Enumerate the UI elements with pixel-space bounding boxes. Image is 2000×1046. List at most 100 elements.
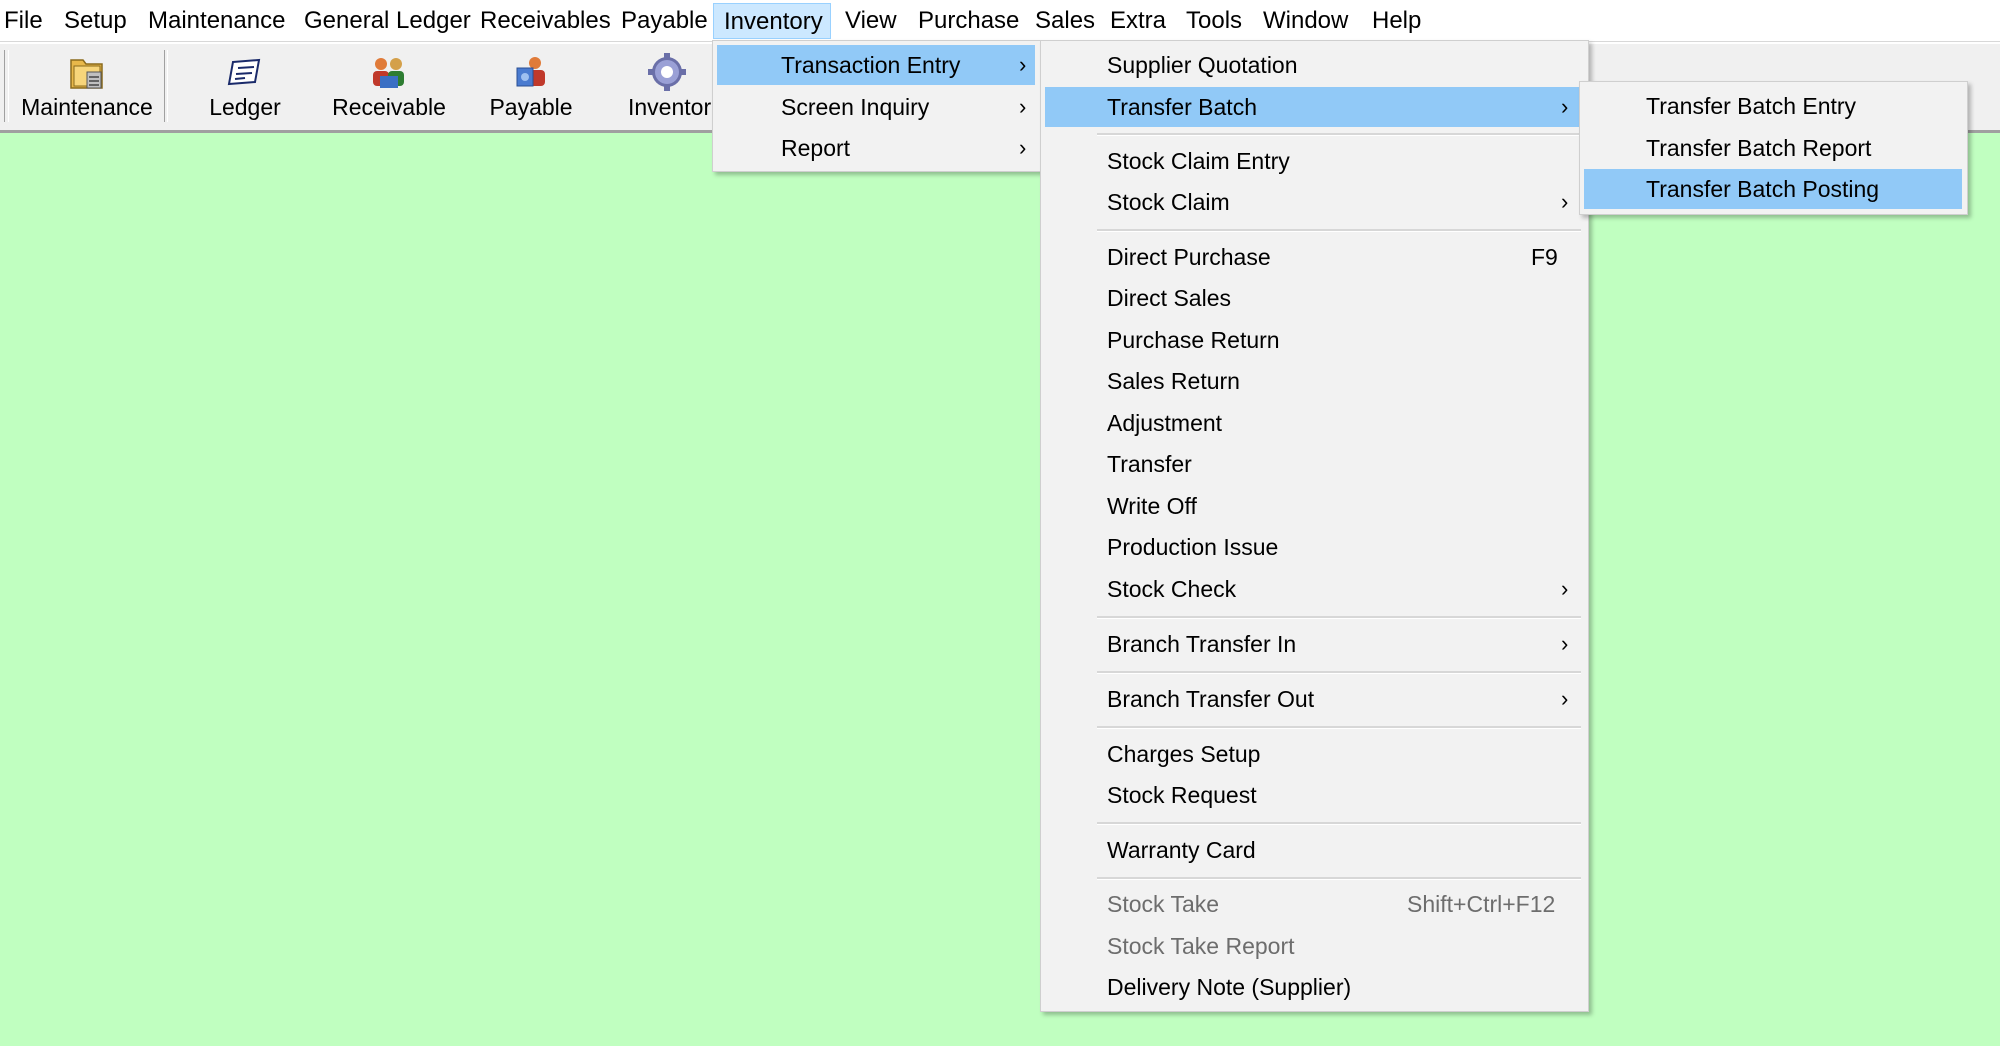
receivable-icon — [373, 58, 404, 88]
menu-separator — [1097, 877, 1581, 880]
menu-item-label: Transfer Batch — [1107, 94, 1257, 120]
chevron-right-icon: › — [1019, 94, 1027, 119]
menu-item-label: Stock Claim — [1107, 189, 1230, 215]
menu-item-label: Branch Transfer Out — [1107, 686, 1315, 712]
menu-item-label: Branch Transfer In — [1107, 631, 1297, 657]
ledger-icon — [227, 58, 261, 86]
menu-separator — [1097, 133, 1581, 136]
menu-item-label: Direct Sales — [1107, 285, 1231, 311]
menu-item-label: Transfer Batch Report — [1646, 135, 1872, 161]
toolbar-inventory-button[interactable]: Inventor — [612, 46, 722, 126]
folder-icon — [70, 59, 103, 89]
menu-item-charges-setup[interactable]: Charges Setup — [1045, 734, 1583, 774]
menu-item-direct-purchase[interactable]: Direct Purchase F9 — [1045, 237, 1583, 277]
menu-extra[interactable]: Extra — [1110, 3, 1166, 39]
menu-item-screen-inquiry[interactable]: Screen Inquiry › — [717, 87, 1035, 127]
menu-item-stock-claim-entry[interactable]: Stock Claim Entry — [1045, 141, 1583, 181]
menu-item-stock-claim[interactable]: Stock Claim › — [1045, 182, 1583, 222]
menu-item-transfer-batch-report[interactable]: Transfer Batch Report — [1584, 128, 1962, 168]
toolbar-receivable-label: Receivable — [332, 94, 446, 120]
toolbar-ledger-button[interactable]: Ledger — [190, 46, 300, 126]
menu-item-label: Adjustment — [1107, 410, 1223, 436]
chevron-right-icon: › — [1019, 52, 1027, 77]
menu-item-transfer-batch-entry[interactable]: Transfer Batch Entry — [1584, 86, 1962, 126]
menu-item-stock-take: Stock Take Shift+Ctrl+F12 — [1045, 884, 1583, 924]
toolbar-grip — [4, 50, 9, 122]
menu-item-label: Purchase Return — [1107, 327, 1280, 353]
menu-item-label: Stock Claim Entry — [1107, 148, 1290, 174]
menu-item-direct-sales[interactable]: Direct Sales — [1045, 278, 1583, 318]
menu-item-stock-check[interactable]: Stock Check › — [1045, 569, 1583, 609]
toolbar-inventory-label: Inventor — [628, 94, 712, 120]
menu-tools[interactable]: Tools — [1186, 3, 1242, 39]
menu-bar: File Setup Maintenance General Ledger Re… — [0, 0, 2000, 42]
menu-item-write-off[interactable]: Write Off — [1045, 486, 1583, 526]
menu-inventory[interactable]: Inventory — [713, 3, 831, 39]
menu-item-shortcut: Shift+Ctrl+F12 — [1407, 891, 1556, 917]
menu-general-ledger[interactable]: General Ledger — [304, 3, 471, 39]
menu-setup[interactable]: Setup — [64, 3, 127, 39]
transaction-entry-menu: Supplier Quotation Transfer Batch › Stoc… — [1040, 40, 1589, 1012]
menu-separator — [1097, 229, 1581, 232]
menu-item-branch-transfer-in[interactable]: Branch Transfer In › — [1045, 624, 1583, 664]
menu-maintenance[interactable]: Maintenance — [148, 3, 285, 39]
menu-item-label: Delivery Note (Supplier) — [1107, 974, 1352, 1000]
menu-item-label: Supplier Quotation — [1107, 52, 1298, 78]
menu-item-label: Screen Inquiry — [781, 94, 930, 120]
menu-item-label: Transfer — [1107, 451, 1192, 477]
menu-payable[interactable]: Payable — [621, 3, 708, 39]
menu-item-transfer-batch[interactable]: Transfer Batch › — [1045, 87, 1583, 127]
menu-file[interactable]: File — [4, 3, 43, 39]
menu-window[interactable]: Window — [1263, 3, 1348, 39]
menu-item-label: Transaction Entry — [781, 52, 961, 78]
chevron-right-icon: › — [1561, 189, 1569, 214]
menu-item-label: Stock Check — [1107, 576, 1237, 602]
menu-purchase[interactable]: Purchase — [918, 3, 1019, 39]
menu-item-adjustment[interactable]: Adjustment — [1045, 403, 1583, 443]
menu-separator — [1097, 822, 1581, 825]
transfer-batch-menu: Transfer Batch Entry Transfer Batch Repo… — [1579, 81, 1968, 215]
menu-separator — [1097, 671, 1581, 674]
chevron-right-icon: › — [1019, 135, 1027, 160]
menu-item-label: Transfer Batch Posting — [1646, 176, 1880, 202]
menu-item-label: Direct Purchase — [1107, 244, 1271, 270]
inventory-menu: Transaction Entry › Screen Inquiry › Rep… — [712, 40, 1041, 172]
menu-item-label: Stock Request — [1107, 782, 1257, 808]
menu-separator — [1097, 726, 1581, 729]
menu-item-sales-return[interactable]: Sales Return — [1045, 361, 1583, 401]
payable-icon — [516, 57, 545, 87]
menu-item-production-issue[interactable]: Production Issue — [1045, 527, 1583, 567]
toolbar-separator — [164, 50, 168, 122]
menu-item-label: Report — [781, 135, 851, 161]
menu-help[interactable]: Help — [1372, 3, 1421, 39]
menu-item-label: Transfer Batch Entry — [1646, 93, 1857, 119]
menu-item-report[interactable]: Report › — [717, 128, 1035, 168]
chevron-right-icon: › — [1561, 94, 1569, 119]
toolbar-payable-button[interactable]: Payable — [478, 46, 584, 126]
toolbar-maintenance-button[interactable]: Maintenance — [14, 46, 160, 126]
menu-separator — [1097, 616, 1581, 619]
menu-item-transfer[interactable]: Transfer — [1045, 444, 1583, 484]
toolbar-payable-label: Payable — [489, 94, 573, 120]
chevron-right-icon: › — [1561, 686, 1569, 711]
menu-sales[interactable]: Sales — [1035, 3, 1095, 39]
menu-item-label: Charges Setup — [1107, 741, 1261, 767]
menu-item-stock-request[interactable]: Stock Request — [1045, 775, 1583, 815]
menu-item-shortcut: F9 — [1531, 244, 1558, 270]
toolbar-ledger-label: Ledger — [209, 94, 281, 120]
menu-view[interactable]: View — [845, 3, 897, 39]
menu-item-stock-take-report: Stock Take Report — [1045, 926, 1583, 966]
menu-item-delivery-note-supplier[interactable]: Delivery Note (Supplier) — [1045, 967, 1583, 1007]
chevron-right-icon: › — [1561, 631, 1569, 656]
toolbar-receivable-button[interactable]: Receivable — [324, 46, 454, 126]
menu-item-label: Write Off — [1107, 493, 1197, 519]
menu-receivables[interactable]: Receivables — [480, 3, 611, 39]
menu-item-purchase-return[interactable]: Purchase Return — [1045, 320, 1583, 360]
menu-item-branch-transfer-out[interactable]: Branch Transfer Out › — [1045, 679, 1583, 719]
menu-item-supplier-quotation[interactable]: Supplier Quotation — [1045, 45, 1583, 85]
menu-item-warranty-card[interactable]: Warranty Card — [1045, 830, 1583, 870]
toolbar-maintenance-label: Maintenance — [21, 94, 153, 120]
menu-item-transfer-batch-posting[interactable]: Transfer Batch Posting — [1584, 169, 1962, 209]
chevron-right-icon: › — [1561, 576, 1569, 601]
menu-item-transaction-entry[interactable]: Transaction Entry › — [717, 45, 1035, 85]
